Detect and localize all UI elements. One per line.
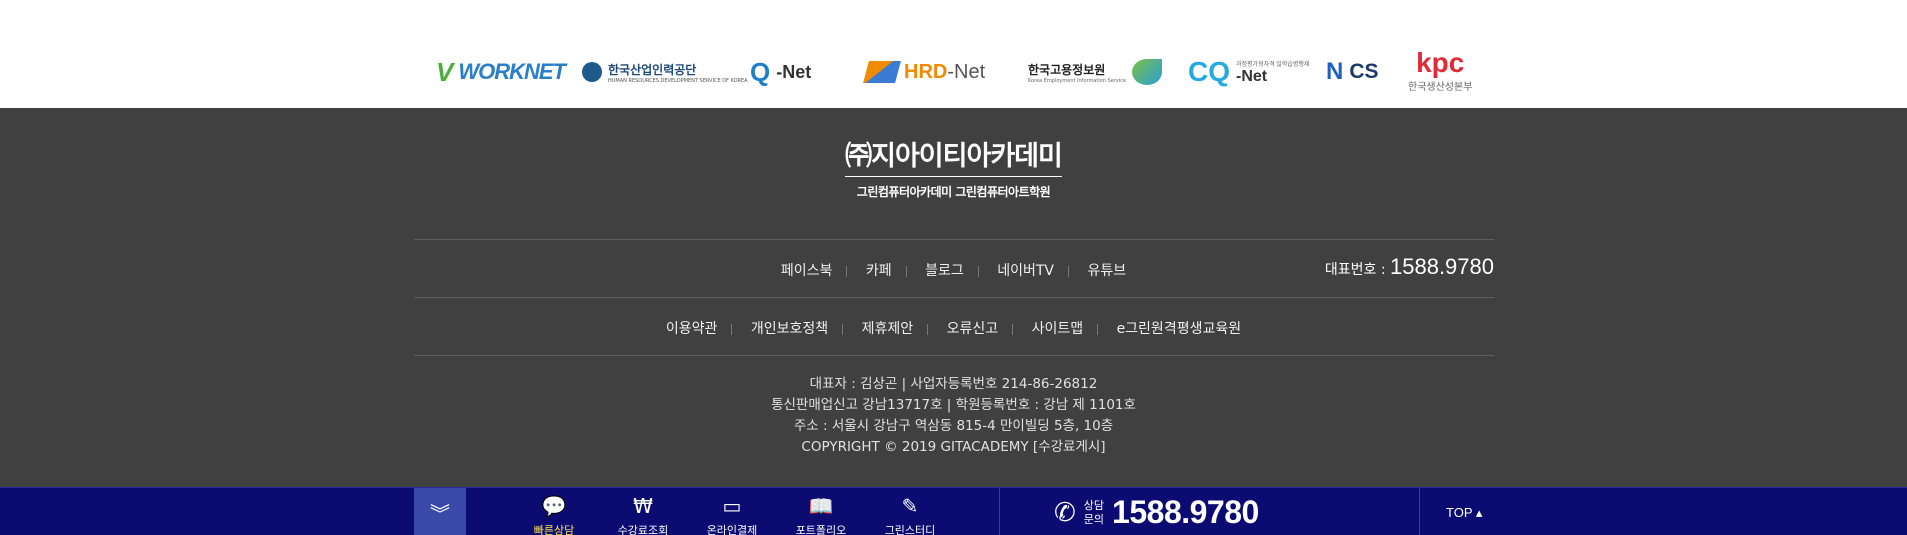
- worknet-logo-text: WORKNET: [458, 59, 566, 84]
- chat-icon: 💬: [541, 494, 567, 518]
- quick-item-label: 포트폴리오: [795, 524, 847, 535]
- sns-links: 페이스북 카페 블로그 네이버TV 유튜브: [0, 260, 1907, 280]
- hrdnet-logo[interactable]: HRD-Net: [863, 46, 985, 98]
- consult-label-line1: 상담: [1083, 498, 1105, 512]
- ncs-logo-text: CS: [1349, 60, 1379, 83]
- separator: [927, 323, 929, 335]
- cqnet-logo[interactable]: CQ 과정평가형자격 일학습병행제 -Net: [1188, 46, 1309, 98]
- consult-phone[interactable]: ✆ 상담 문의 1588.9780: [1054, 494, 1259, 531]
- green-study-button[interactable]: ✎ 그린스터디: [874, 496, 946, 535]
- cqnet-logo-mark: CQ: [1188, 56, 1230, 87]
- quick-item-label: 온라인결제: [706, 524, 758, 535]
- policy-links: 이용약관 개인보호정책 제휴제안 오류신고 사이트맵 e그린원격평생교육원: [0, 318, 1907, 338]
- copyright[interactable]: COPYRIGHT © 2019 GITACADEMY [수강료게시]: [0, 437, 1907, 458]
- hrdnet-logo-text: HRD-Net: [904, 61, 985, 84]
- e-green-link[interactable]: e그린원격평생교육원: [1117, 321, 1242, 337]
- sns-link-cafe[interactable]: 카페: [866, 263, 892, 279]
- caret-up-icon: ▴: [1475, 505, 1483, 520]
- divider: [414, 239, 1494, 240]
- qnet-logo-mark: Q: [750, 56, 771, 87]
- kpc-logo[interactable]: kpc 한국생산성본부: [1408, 48, 1472, 100]
- sns-link-youtube[interactable]: 유튜브: [1087, 263, 1126, 279]
- company-info-line: 대표자 : 김상곤 | 사업자등록번호 214-86-26812: [809, 376, 1098, 392]
- divider: [999, 488, 1000, 535]
- hrdnet-flag-icon: [863, 61, 901, 83]
- cqnet-logo-text: 과정평가형자격 일학습병행제 -Net: [1236, 59, 1309, 86]
- book-icon: 📖: [808, 494, 834, 518]
- separator: [731, 323, 733, 335]
- separator: [905, 265, 907, 277]
- hrdkorea-emblem-icon: [582, 62, 602, 82]
- divider: [414, 355, 1494, 356]
- cqnet-name: -Net: [1236, 67, 1268, 85]
- keis-logo[interactable]: 한국고용정보원 Korea Employment Information Ser…: [1028, 46, 1163, 98]
- footer-brand: ㈜지아이티아카데미 그린컴퓨터아카데미 그린컴퓨터아트학원: [0, 134, 1907, 200]
- hrdkorea-name: 한국산업인력공단: [608, 62, 697, 77]
- ncs-logo-mark: N: [1326, 58, 1344, 85]
- ncs-logo[interactable]: N CS: [1326, 46, 1379, 98]
- sns-link-facebook[interactable]: 페이스북: [781, 263, 833, 279]
- wallet-icon: ▭: [722, 494, 742, 518]
- privacy-link[interactable]: 개인보호정책: [751, 321, 828, 337]
- qnet-logo[interactable]: Q -Net: [750, 46, 811, 98]
- separator: [846, 265, 848, 277]
- separator: [1067, 265, 1069, 277]
- hrdkorea-logo[interactable]: 한국산업인력공단 HUMAN RESOURCES DEVELOPMENT SER…: [582, 46, 748, 98]
- double-chevron-down-icon: ︾: [430, 501, 450, 526]
- hrdnet-logo-text-a: HRD: [904, 60, 948, 83]
- site-footer: ㈜지아이티아카데미 그린컴퓨터아카데미 그린컴퓨터아트학원 페이스북 카페 블로…: [0, 108, 1907, 487]
- partnership-link[interactable]: 제휴제안: [862, 321, 914, 337]
- portfolio-button[interactable]: 📖 포트폴리오: [785, 496, 857, 535]
- brand-name: ㈜지아이티아카데미: [845, 134, 1063, 177]
- keis-subname: Korea Employment Information Service: [1028, 77, 1127, 84]
- partner-logos: V WORKNET 한국산업인력공단 HUMAN RESOURCES DEVELO…: [0, 0, 1907, 108]
- divider: [1419, 488, 1420, 535]
- quickbar-toggle-button[interactable]: ︾: [414, 488, 466, 535]
- separator: [1097, 323, 1099, 335]
- quick-item-label: 빠른상담: [533, 524, 575, 535]
- brand-subtitle: 그린컴퓨터아카데미 그린컴퓨터아트학원: [856, 185, 1051, 199]
- consult-label-line2: 문의: [1083, 512, 1105, 526]
- quick-consult-button[interactable]: 💬 빠른상담: [518, 496, 590, 535]
- pen-icon: ✎: [901, 494, 919, 518]
- hrdkorea-subname: HUMAN RESOURCES DEVELOPMENT SERVICE OF K…: [608, 77, 748, 84]
- worknet-logo-mark: V: [436, 56, 453, 87]
- quick-bar: ︾ 💬 빠른상담 ₩ 수강료조회 ▭ 온라인결제 📖 포트폴리오 ✎ 그린스터디…: [0, 487, 1907, 535]
- quick-item-label: 수강료조회: [617, 524, 669, 535]
- company-address: 주소 : 서울시 강남구 역삼동 815-4 만이빌딩 5층, 10층: [793, 418, 1114, 434]
- phone-icon: ✆: [1054, 497, 1076, 528]
- worknet-logo[interactable]: V WORKNET: [436, 46, 566, 98]
- error-report-link[interactable]: 오류신고: [947, 321, 999, 337]
- won-icon: ₩: [633, 494, 653, 518]
- consult-number: 1588.9780: [1112, 494, 1259, 530]
- online-payment-button[interactable]: ▭ 온라인결제: [696, 496, 768, 535]
- separator: [977, 265, 979, 277]
- scroll-top-button[interactable]: TOP ▴: [1446, 505, 1482, 521]
- company-info-line: 통신판매업신고 강남13717호 | 학원등록번호 : 강남 제 1101호: [771, 397, 1136, 413]
- sns-link-navertv[interactable]: 네이버TV: [997, 263, 1054, 279]
- consult-label: 상담 문의: [1084, 499, 1104, 527]
- quick-item-label: 그린스터디: [884, 524, 936, 535]
- kpc-logo-text: 한국생산성본부: [1408, 82, 1473, 93]
- main-phone: 대표번호 : 1588.9780: [1325, 254, 1494, 280]
- hrdkorea-logo-text: 한국산업인력공단 HUMAN RESOURCES DEVELOPMENT SER…: [608, 61, 748, 84]
- separator: [1012, 323, 1014, 335]
- qnet-logo-text: -Net: [776, 61, 812, 82]
- company-info: 대표자 : 김상곤 | 사업자등록번호 214-86-26812 통신판매업신고…: [0, 374, 1907, 458]
- hrdnet-logo-text-b: -Net: [947, 60, 986, 83]
- top-label: TOP: [1446, 505, 1473, 520]
- keis-logo-text: 한국고용정보원 Korea Employment Information Ser…: [1028, 61, 1126, 84]
- terms-link[interactable]: 이용약관: [666, 321, 718, 337]
- sns-link-blog[interactable]: 블로그: [925, 263, 964, 279]
- kpc-logo-mark: kpc: [1416, 47, 1465, 78]
- separator: [842, 323, 844, 335]
- divider: [414, 297, 1494, 298]
- main-phone-number: 1588.9780: [1390, 254, 1494, 279]
- keis-leaf-icon: [1132, 59, 1163, 85]
- keis-name: 한국고용정보원: [1028, 62, 1106, 77]
- sitemap-link[interactable]: 사이트맵: [1032, 321, 1084, 337]
- cqnet-subname: 과정평가형자격 일학습병행제: [1236, 61, 1310, 68]
- main-phone-label: 대표번호 :: [1324, 262, 1390, 278]
- tuition-lookup-button[interactable]: ₩ 수강료조회: [607, 496, 679, 535]
